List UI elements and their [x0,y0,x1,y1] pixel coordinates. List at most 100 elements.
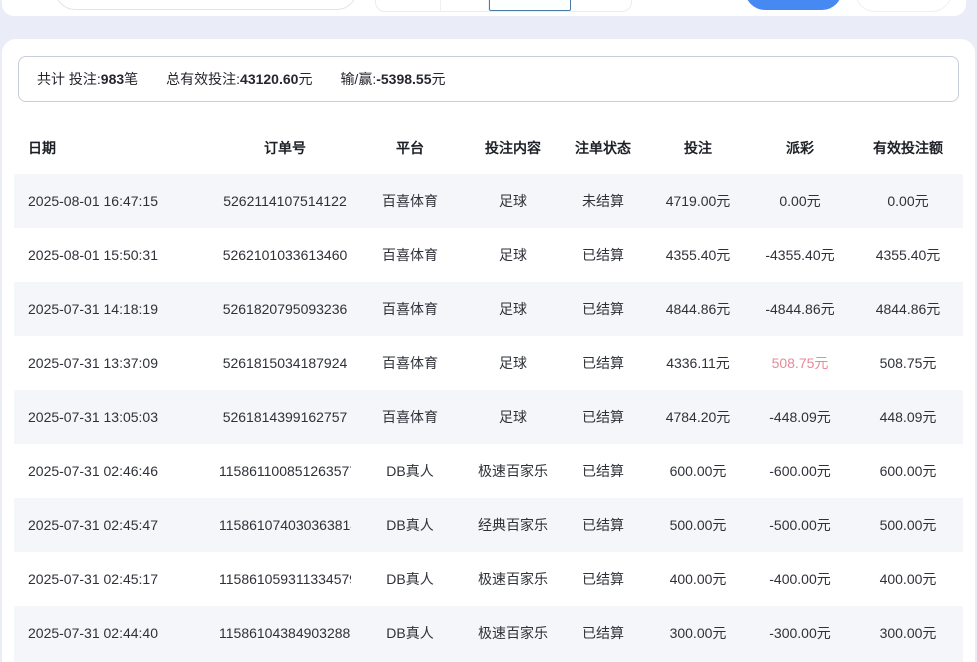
cell-status: 已结算 [557,407,649,427]
cell-payout: -4844.86元 [747,299,853,319]
cell-order-number: 5262101033613460 [219,247,351,263]
cell-date: 2025-07-31 02:45:17 [14,571,219,587]
column-header-bet: 投注 [649,138,747,158]
cell-platform: DB真人 [351,623,469,643]
cell-order-number: 5261820795093236 [219,301,351,317]
cell-payout: -448.09元 [747,407,853,427]
cell-payout: -600.00元 [747,461,853,481]
cell-status: 已结算 [557,515,649,535]
cell-date: 2025-07-31 14:18:19 [14,301,219,317]
table-row: 2025-08-01 15:50:31 5262101033613460 百喜体… [14,228,963,282]
table-row: 2025-07-31 14:18:19 5261820795093236 百喜体… [14,282,963,336]
table-row: 2025-07-31 13:05:03 5261814399162757 百喜体… [14,390,963,444]
bet-records-table: 日期 订单号 平台 投注内容 注单状态 投注 派彩 有效投注额 2025-08-… [14,122,963,662]
cell-payout: -500.00元 [747,515,853,535]
cell-platform: 百喜体育 [351,191,469,211]
date-range-segment-3-active[interactable] [489,0,571,11]
summary-valid-bets: 总有效投注:43120.60元 [166,69,312,89]
cell-bet-content: 足球 [469,191,557,211]
cell-bet-content: 足球 [469,353,557,373]
cell-status: 未结算 [557,191,649,211]
cell-order-number: 5261814399162757 [219,409,351,425]
cell-platform: DB真人 [351,461,469,481]
cell-platform: 百喜体育 [351,407,469,427]
cell-date: 2025-07-31 13:05:03 [14,409,219,425]
cell-date: 2025-07-31 02:44:40 [14,625,219,641]
cell-valid-amount: 4844.86元 [853,299,963,319]
cell-platform: DB真人 [351,569,469,589]
date-range-segment-1[interactable] [376,0,441,11]
cell-order-number: 1158610740303638144 [219,517,351,533]
search-button[interactable] [745,0,842,10]
column-header-order: 订单号 [219,138,351,158]
column-header-platform: 平台 [351,138,469,158]
cell-bet-content: 极速百家乐 [469,569,557,589]
cell-status: 已结算 [557,245,649,265]
cell-payout: -400.00元 [747,569,853,589]
cell-status: 已结算 [557,299,649,319]
cell-valid-amount: 448.09元 [853,407,963,427]
cell-bet-content: 足球 [469,407,557,427]
cell-platform: 百喜体育 [351,299,469,319]
cell-platform: 百喜体育 [351,245,469,265]
cell-valid-amount: 0.00元 [853,191,963,211]
cell-order-number: 1158610438490328832 [219,625,351,641]
summary-total-bets: 共计 投注:983笔 [37,69,138,89]
cell-status: 已结算 [557,569,649,589]
cell-bet-amount: 4784.20元 [649,407,747,427]
cell-bet-content: 极速百家乐 [469,623,557,643]
column-header-status: 注单状态 [557,138,649,158]
cell-bet-amount: 4355.40元 [649,245,747,265]
cell-bet-amount: 600.00元 [649,461,747,481]
column-header-valid: 有效投注额 [853,138,963,158]
table-row: 2025-07-31 02:44:40 1158610438490328832 … [14,606,963,660]
date-range-segment-group [375,0,632,12]
records-card: 共计 投注:983笔 总有效投注:43120.60元 输/赢:-5398.55元… [2,39,975,662]
cell-bet-amount: 4719.00元 [649,191,747,211]
cell-valid-amount: 4355.40元 [853,245,963,265]
table-header-row: 日期 订单号 平台 投注内容 注单状态 投注 派彩 有效投注额 [14,122,963,174]
cell-valid-amount: 500.00元 [853,515,963,535]
cell-date: 2025-07-31 02:46:46 [14,463,219,479]
cell-payout: 0.00元 [747,191,853,211]
cell-status: 已结算 [557,623,649,643]
table-row: 2025-07-31 02:46:46 1158611008512635776 … [14,444,963,498]
table-row: 2025-07-31 02:45:47 1158610740303638144 … [14,498,963,552]
cell-date: 2025-08-01 15:50:31 [14,247,219,263]
cell-valid-amount: 508.75元 [853,353,963,373]
cell-bet-amount: 300.00元 [649,623,747,643]
column-header-content: 投注内容 [469,138,557,158]
cell-payout: -4355.40元 [747,245,853,265]
cell-platform: DB真人 [351,515,469,535]
cell-valid-amount: 300.00元 [853,623,963,643]
cell-bet-content: 足球 [469,299,557,319]
summary-win-loss: 输/赢:-5398.55元 [340,69,445,89]
filter-input[interactable] [55,0,357,10]
table-body: 2025-08-01 16:47:15 5262114107514122 百喜体… [14,174,963,660]
cell-order-number: 1158611008512635776 [219,463,351,479]
page-background: { "colors": { "accent_button": "#4789f3"… [0,0,977,662]
toolbar-card [2,0,966,16]
cell-bet-amount: 4844.86元 [649,299,747,319]
reset-button[interactable] [855,0,952,12]
cell-bet-amount: 500.00元 [649,515,747,535]
cell-bet-content: 足球 [469,245,557,265]
cell-valid-amount: 400.00元 [853,569,963,589]
table-row: 2025-07-31 02:45:17 1158610593113345792 … [14,552,963,606]
cell-bet-amount: 400.00元 [649,569,747,589]
summary-bar: 共计 投注:983笔 总有效投注:43120.60元 输/赢:-5398.55元 [18,56,959,102]
cell-valid-amount: 600.00元 [853,461,963,481]
cell-date: 2025-07-31 02:45:47 [14,517,219,533]
cell-order-number: 1158610593113345792 [219,571,351,587]
date-range-segment-2[interactable] [441,0,490,11]
cell-bet-amount: 4336.11元 [649,353,747,373]
cell-payout: 508.75元 [747,353,853,373]
cell-bet-content: 经典百家乐 [469,515,557,535]
column-header-date: 日期 [14,138,219,158]
cell-status: 已结算 [557,461,649,481]
cell-date: 2025-07-31 13:37:09 [14,355,219,371]
cell-status: 已结算 [557,353,649,373]
cell-date: 2025-08-01 16:47:15 [14,193,219,209]
cell-order-number: 5262114107514122 [219,193,351,209]
date-range-segment-4[interactable] [571,0,631,11]
